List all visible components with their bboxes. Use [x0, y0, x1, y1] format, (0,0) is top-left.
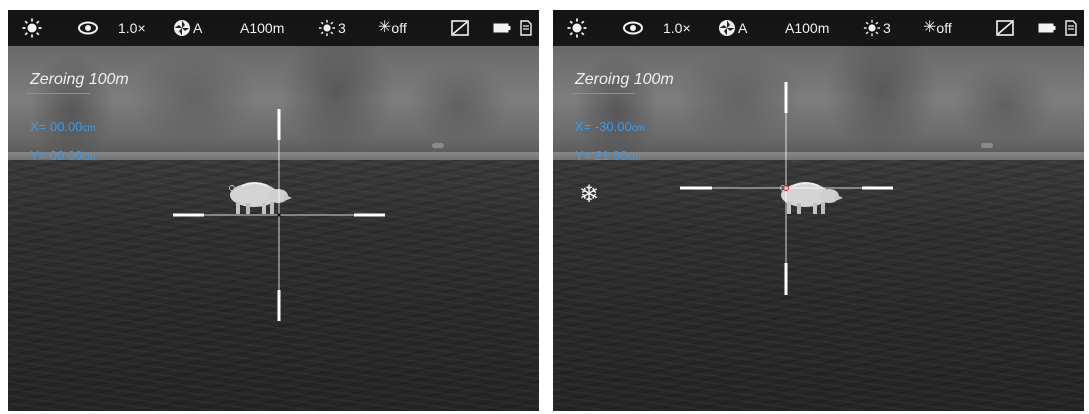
thermal-view-left: 1.0× A A100m 3 ✳ off Zeroing 100m X= 00.…	[8, 10, 539, 411]
crosshair-reticle	[680, 82, 893, 295]
thermal-view-right: 1.0× A A100m 3 ✳ off Zeroing 100m X= -30…	[553, 10, 1084, 411]
crosshair-reticle	[173, 109, 385, 321]
